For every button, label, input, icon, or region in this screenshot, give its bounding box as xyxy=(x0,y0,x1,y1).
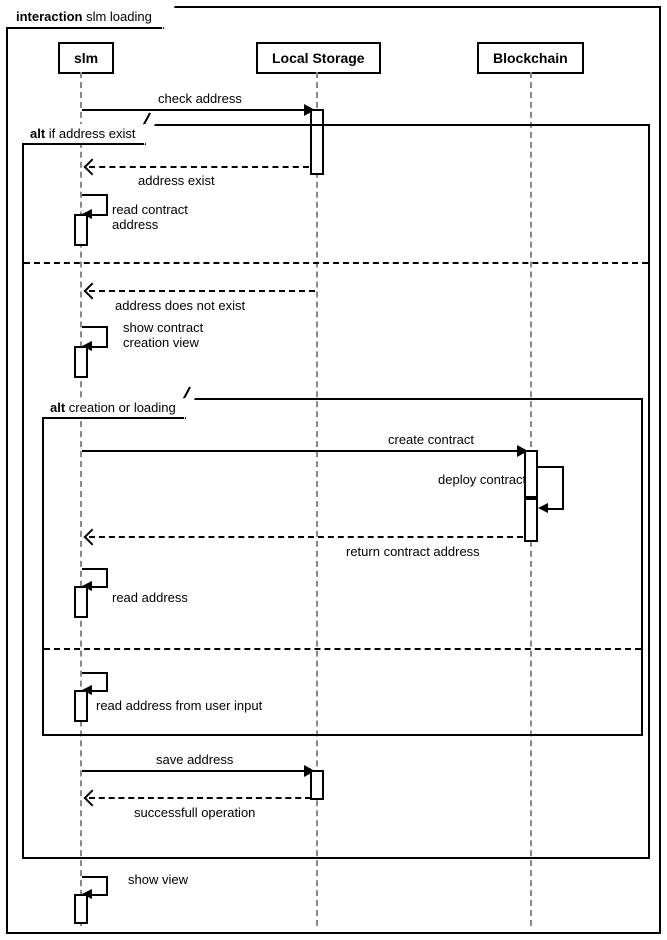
label-success: successfull operation xyxy=(134,805,255,820)
alt-2-separator xyxy=(44,648,641,650)
msg-success xyxy=(89,797,311,799)
interaction-frame-label: interaction slm loading xyxy=(6,6,164,29)
alt-fragment-2 xyxy=(42,398,643,736)
msg-return-address xyxy=(89,536,523,538)
alt-fragment-2-label: alt creation or loading xyxy=(42,398,186,419)
label-deploy-contract: deploy contract xyxy=(438,472,526,487)
activation-blockchain-2 xyxy=(524,498,538,542)
label-read-contract-address: read contract address xyxy=(112,202,188,232)
sequence-diagram: interaction slm loading slm Local Storag… xyxy=(0,0,667,940)
participant-local-storage: Local Storage xyxy=(256,42,381,74)
activation-local-storage-2 xyxy=(310,770,324,800)
msg-save-address xyxy=(82,770,307,772)
label-return-address: return contract address xyxy=(346,544,480,559)
participant-slm: slm xyxy=(58,42,114,74)
msg-address-not-exist xyxy=(89,290,315,292)
label-save-address: save address xyxy=(156,752,233,767)
label-read-user-input: read address from user input xyxy=(96,698,262,713)
msg-check-address xyxy=(82,109,307,111)
label-address-exist: address exist xyxy=(138,173,215,188)
frame-title: slm loading xyxy=(82,9,151,24)
participant-blockchain: Blockchain xyxy=(477,42,584,74)
label-read-address: read address xyxy=(112,590,188,605)
activation-slm-1 xyxy=(74,214,88,246)
alt-1-separator xyxy=(24,262,648,264)
label-create-contract: create contract xyxy=(388,432,474,447)
activation-slm-5 xyxy=(74,894,88,924)
label-check-address: check address xyxy=(158,91,242,106)
activation-slm-4 xyxy=(74,690,88,722)
label-address-not-exist: address does not exist xyxy=(115,298,245,313)
msg-create-contract xyxy=(82,450,520,452)
label-show-view: show view xyxy=(128,872,188,887)
activation-slm-3 xyxy=(74,586,88,618)
alt-fragment-1-label: alt if address exist xyxy=(22,124,146,145)
label-show-creation-view: show contract creation view xyxy=(123,320,203,350)
activation-slm-2 xyxy=(74,346,88,378)
frame-keyword: interaction xyxy=(16,9,82,24)
msg-address-exist xyxy=(89,166,309,168)
